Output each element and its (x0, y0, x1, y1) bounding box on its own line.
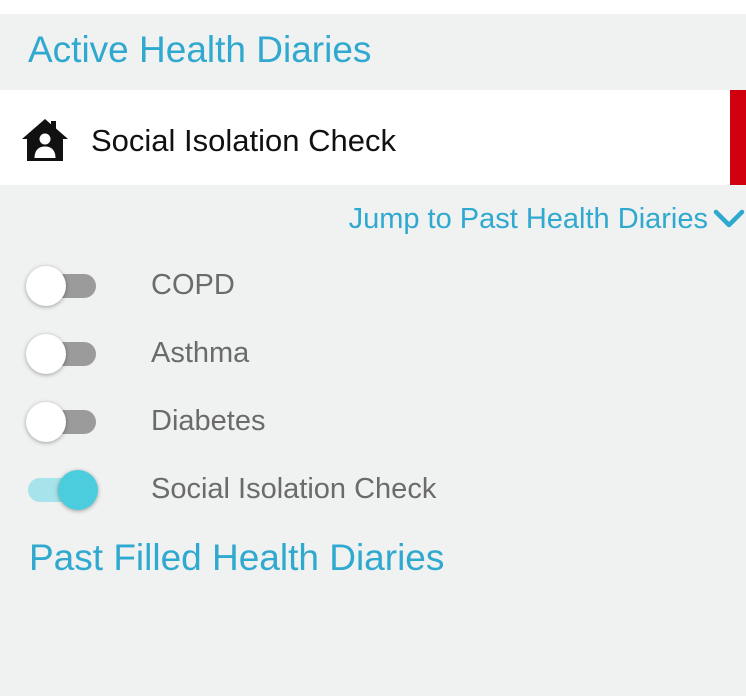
chevron-down-icon (713, 209, 745, 228)
active-diary-item[interactable]: Social Isolation Check (0, 90, 746, 185)
jump-link-label: Jump to Past Health Diaries (348, 202, 708, 235)
top-bar (0, 0, 746, 14)
toggle-label: Diabetes (151, 405, 266, 437)
active-diaries-title: Active Health Diaries (28, 29, 372, 70)
toggle-row-asthma: Asthma (0, 332, 746, 376)
toggle-knob (58, 470, 98, 510)
toggle-asthma[interactable] (26, 334, 98, 374)
toggle-copd[interactable] (26, 266, 98, 306)
past-diaries-title: Past Filled Health Diaries (29, 537, 445, 578)
toggle-label: Asthma (151, 337, 250, 369)
toggle-label: Social Isolation Check (151, 473, 437, 505)
toggle-social-isolation-check[interactable] (26, 470, 98, 510)
toggle-label: COPD (151, 269, 235, 301)
toggle-diabetes[interactable] (26, 402, 98, 442)
toggle-knob (26, 266, 66, 306)
home-user-icon (22, 119, 68, 161)
toggle-row-copd: COPD (0, 264, 746, 308)
status-accent-bar (730, 90, 746, 185)
toggle-knob (26, 402, 66, 442)
jump-to-past-diaries-link[interactable]: Jump to Past Health Diaries (349, 199, 746, 239)
active-diary-label: Social Isolation Check (91, 123, 396, 158)
toggle-knob (26, 334, 66, 374)
toggle-row-social-isolation-check: Social Isolation Check (0, 468, 746, 512)
toggle-row-diabetes: Diabetes (0, 400, 746, 444)
